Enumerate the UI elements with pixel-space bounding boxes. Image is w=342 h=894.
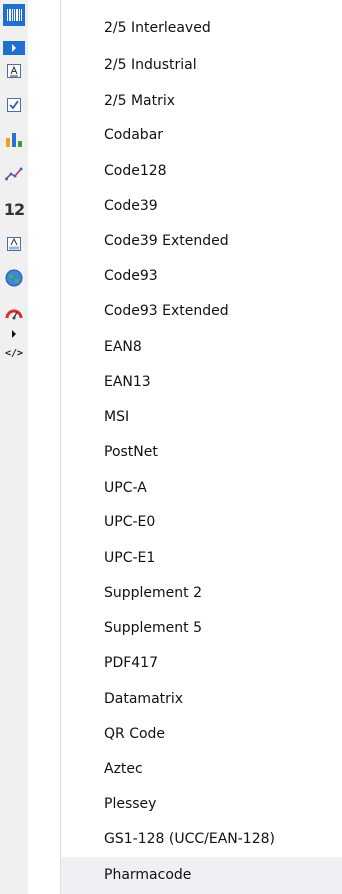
barcode-icon[interactable] xyxy=(3,4,25,26)
menu-item[interactable]: 2/5 Interleaved xyxy=(61,11,342,45)
menu-item[interactable]: Supplement 5 xyxy=(61,611,342,645)
menu-item[interactable]: Code128 xyxy=(61,154,342,188)
toolbox-sidebar: 12 </> xyxy=(0,0,28,894)
menu-item[interactable]: PostNet xyxy=(61,435,342,469)
menu-item[interactable]: UPC-A xyxy=(61,471,342,505)
image-text-icon[interactable] xyxy=(3,233,25,255)
menu-item[interactable]: Supplement 2 xyxy=(61,576,342,610)
menu-item[interactable]: 2/5 Industrial xyxy=(61,48,342,82)
gauge-icon[interactable] xyxy=(3,302,25,324)
menu-item[interactable]: Code93 Extended xyxy=(61,294,342,328)
barcode-type-menu: 2/5 Interleaved 2/5 Industrial 2/5 Matri… xyxy=(61,0,342,894)
label-icon[interactable] xyxy=(3,60,25,82)
menu-item[interactable]: QR Code xyxy=(61,717,342,751)
menu-item[interactable]: Plessey xyxy=(61,787,342,821)
menu-item[interactable]: MSI xyxy=(61,400,342,434)
line-chart-icon[interactable] xyxy=(3,163,25,185)
menu-item[interactable]: PDF417 xyxy=(61,646,342,680)
menu-item[interactable]: Code93 xyxy=(61,259,342,293)
menu-item[interactable]: Code39 xyxy=(61,189,342,223)
menu-item[interactable]: EAN13 xyxy=(61,365,342,399)
globe-icon[interactable] xyxy=(3,267,25,289)
more-arrow-icon[interactable] xyxy=(3,327,25,341)
menu-item[interactable]: 2/5 Matrix xyxy=(61,84,342,118)
menu-item[interactable]: Codabar xyxy=(61,118,342,152)
menu-item[interactable]: Code39 Extended xyxy=(61,224,342,258)
menu-item-pharmacode[interactable]: Pharmacode xyxy=(61,857,342,894)
bar-chart-icon[interactable] xyxy=(3,128,25,150)
menu-item[interactable]: Datamatrix xyxy=(61,682,342,716)
expand-arrow-icon[interactable] xyxy=(3,41,25,55)
checkbox-icon[interactable] xyxy=(3,94,25,116)
menu-item[interactable]: EAN8 xyxy=(61,330,342,364)
menu-item[interactable]: UPC-E0 xyxy=(61,505,342,539)
menu-item[interactable]: UPC-E1 xyxy=(61,541,342,575)
code-icon[interactable]: </> xyxy=(3,342,25,364)
menu-item[interactable]: GS1-128 (UCC/EAN-128) xyxy=(61,822,342,856)
number-icon[interactable]: 12 xyxy=(3,198,25,220)
menu-item[interactable]: Aztec xyxy=(61,752,342,786)
